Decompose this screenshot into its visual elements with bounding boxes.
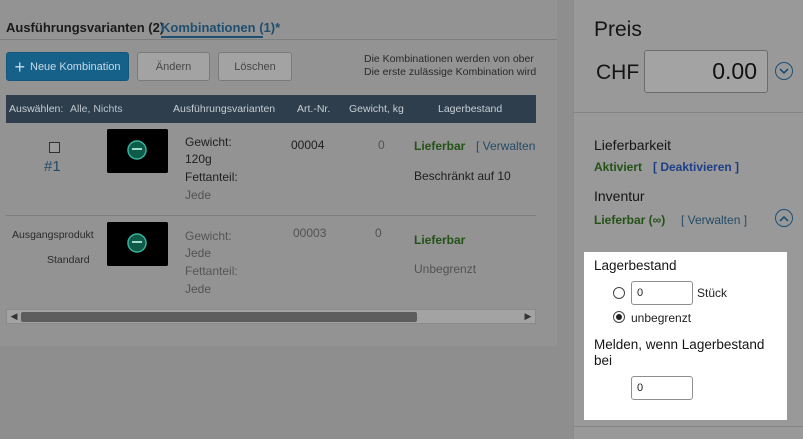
attr-weight-label: Gewicht: [185, 135, 232, 149]
table-header: Auswählen: Alle, Nichts Ausführungsvaria… [6, 95, 536, 123]
manage-inventory-link[interactable]: [ Verwalten ] [681, 213, 747, 227]
column-art-nr: Art.-Nr. [297, 103, 331, 115]
active-tab-indicator [161, 36, 263, 38]
price-expand-button[interactable] [775, 62, 793, 80]
column-variants: Ausführungsvarianten [173, 103, 276, 115]
row-select-checkbox[interactable] [49, 142, 60, 153]
inventory-status: Lieferbar (∞) [594, 213, 666, 227]
availability-title: Lieferbarkeit [594, 137, 672, 153]
new-combination-label: Neue Kombination [30, 60, 121, 73]
attr-fat-value: Jede [185, 282, 212, 296]
info-line-1: Die Kombinationen werden von ober [364, 53, 534, 65]
column-stock: Lagerbestand [438, 103, 503, 115]
info-line-2: Die erste zulässige Kombination wird [364, 66, 537, 78]
stock-status: Lieferbar [414, 139, 466, 153]
attr-weight-label: Gewicht: [185, 229, 232, 243]
unit-label: Stück [697, 286, 728, 300]
tab-variants[interactable]: Ausführungsvarianten (2) [6, 20, 164, 35]
select-all-none-links[interactable]: Alle, Nichts [70, 103, 123, 115]
notify-label-line1: Melden, wenn Lagerbestand [594, 337, 765, 352]
inventory-title: Inventur [594, 188, 645, 204]
tab-combinations[interactable]: Kombinationen (1)* [161, 20, 280, 35]
standard-label: Standard [47, 254, 90, 266]
stock-settings-box: Lagerbestand 0 Stück unbegrenzt Melden, … [584, 252, 787, 420]
attr-fat-label: Fettanteil: [185, 264, 238, 278]
scrollbar-thumb[interactable] [21, 312, 417, 322]
art-nr: 00004 [291, 138, 325, 152]
product-thumbnail [107, 222, 168, 266]
stock-quantity-input[interactable]: 0 [631, 281, 693, 305]
select-label: Auswählen: [9, 103, 64, 115]
art-nr: 00003 [293, 226, 327, 240]
currency-label: CHF [596, 61, 640, 84]
product-thumbnail [107, 129, 168, 173]
sidebar-divider [573, 112, 803, 113]
unlimited-label: unbegrenzt [631, 311, 692, 325]
stock-title: Lagerbestand [594, 258, 677, 273]
notify-threshold-input[interactable]: 0 [631, 376, 693, 400]
deactivate-link[interactable]: [ Deaktivieren ] [653, 160, 739, 174]
weight-value: 0 [378, 138, 385, 152]
sidebar-bottom-divider [573, 426, 803, 427]
weight-value: 0 [375, 226, 382, 240]
edit-button[interactable]: Ändern [137, 52, 210, 81]
attr-fat-label: Fettanteil: [185, 170, 238, 184]
price-input[interactable]: 0.00 [644, 50, 768, 93]
limited-stock-radio[interactable] [613, 287, 625, 299]
attr-fat-value: Jede [185, 188, 212, 202]
column-weight: Gewicht, kg [349, 103, 404, 115]
plus-icon: + [14, 56, 25, 77]
attr-weight-value: Jede [185, 246, 212, 260]
attr-weight-value: 120g [185, 152, 212, 166]
stock-limit: Beschränkt auf 10 [414, 169, 511, 183]
new-combination-button[interactable]: + Neue Kombination [6, 52, 129, 81]
stock-status: Lieferbar [414, 233, 466, 247]
stock-limit: Unbegrenzt [414, 262, 477, 276]
row-number[interactable]: #1 [44, 158, 61, 175]
scroll-right-icon[interactable]: ▶ [521, 310, 535, 323]
base-product-label: Ausgangsprodukt [12, 229, 94, 241]
inventory-collapse-button[interactable] [775, 209, 793, 227]
chevron-up-icon [779, 215, 789, 222]
delete-label: Löschen [234, 60, 276, 73]
price-title: Preis [594, 18, 642, 41]
scroll-left-icon[interactable]: ◀ [7, 310, 21, 323]
edit-label: Ändern [155, 60, 192, 73]
tabs-divider [0, 39, 557, 40]
availability-status: Aktiviert [594, 160, 643, 174]
chevron-down-icon [779, 67, 789, 74]
notify-label-line2: bei [594, 353, 613, 368]
horizontal-scrollbar[interactable]: ◀ ▶ [6, 309, 536, 324]
combinations-info-text: Die Kombinationen werden von ober Die er… [364, 53, 552, 79]
manage-stock-link[interactable]: [ Verwalten [476, 139, 535, 153]
unlimited-stock-radio[interactable] [613, 311, 625, 323]
delete-button[interactable]: Löschen [218, 52, 292, 81]
